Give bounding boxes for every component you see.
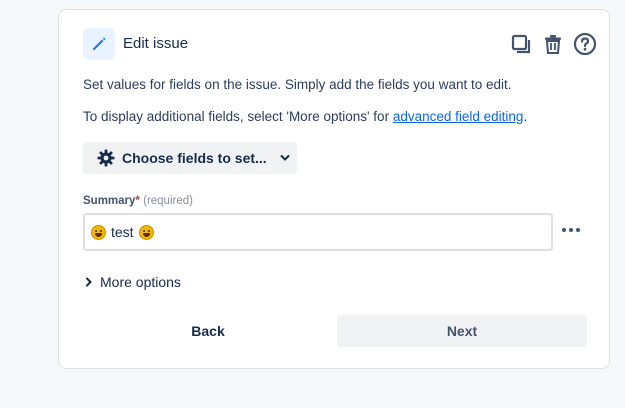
more-options-label: More options — [100, 274, 181, 290]
edit-issue-card: Edit issue Set values for fields on the … — [58, 9, 610, 369]
summary-label-text: Summary — [83, 195, 136, 207]
help-icon[interactable] — [573, 30, 597, 58]
pencil-icon — [83, 28, 115, 60]
description-prefix: To display additional fields, select 'Mo… — [83, 109, 393, 124]
gear-icon — [97, 149, 115, 167]
summary-label: Summary* (required) — [83, 195, 193, 207]
trash-icon[interactable] — [541, 30, 565, 58]
header-actions — [509, 30, 597, 58]
required-hint: (required) — [143, 195, 193, 207]
choose-fields-button[interactable]: Choose fields to set... — [83, 142, 297, 174]
description-line-1: Set values for fields on the issue. Simp… — [83, 77, 512, 92]
more-actions-icon[interactable] — [559, 218, 583, 242]
chevron-down-icon — [280, 154, 290, 162]
back-button[interactable]: Back — [83, 315, 333, 347]
card-header: Edit issue — [83, 28, 597, 60]
laughing-emoji-icon — [91, 224, 106, 240]
description-suffix: . — [523, 109, 528, 124]
page-title: Edit issue — [123, 35, 189, 52]
chevron-right-icon — [85, 277, 93, 287]
summary-input[interactable]: test — [83, 213, 553, 251]
description-line-2: To display additional fields, select 'Mo… — [83, 109, 527, 124]
next-button[interactable]: Next — [337, 315, 587, 347]
grinning-emoji-icon — [138, 224, 154, 240]
more-options-toggle[interactable]: More options — [85, 274, 181, 290]
advanced-field-editing-link[interactable]: advanced field editing — [393, 109, 524, 124]
summary-value: test — [111, 224, 134, 240]
choose-fields-label: Choose fields to set... — [122, 150, 267, 166]
copy-icon[interactable] — [509, 30, 533, 58]
required-mark: * — [135, 195, 140, 207]
